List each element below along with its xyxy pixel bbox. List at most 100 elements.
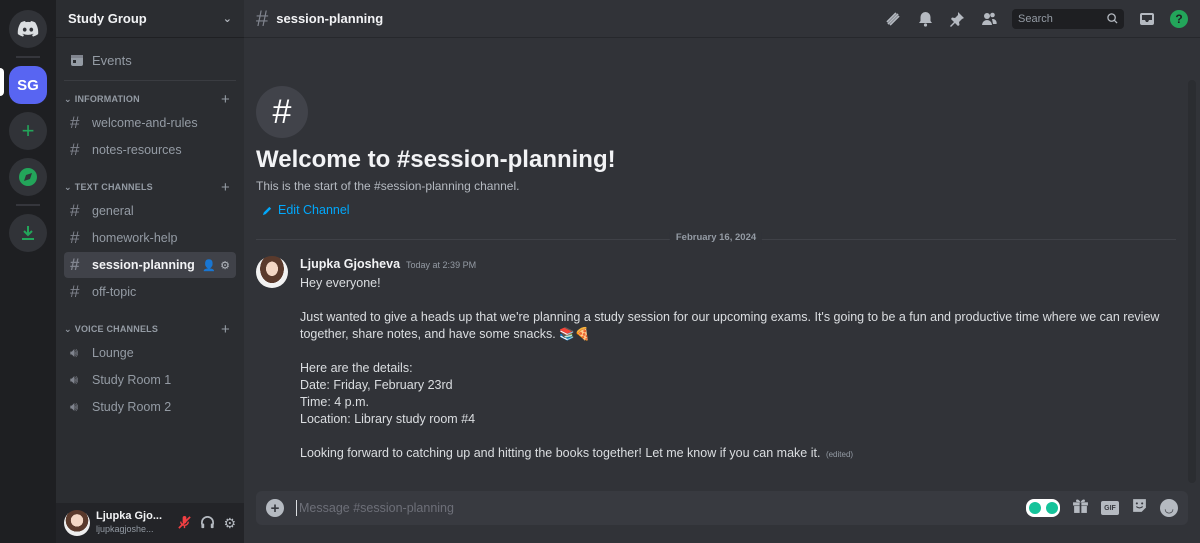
user-display-name: Ljupka Gjo...: [96, 510, 163, 522]
attach-plus-icon[interactable]: +: [266, 499, 284, 517]
home-button[interactable]: [9, 10, 47, 48]
calendar-icon: [71, 55, 83, 66]
user-username: ljupkagjoshe...: [96, 524, 154, 534]
message-line: Date: Friday, February 23rd: [300, 377, 453, 392]
hash-icon: #: [70, 201, 80, 220]
create-channel-icon[interactable]: +: [221, 179, 230, 196]
hash-icon: #: [256, 5, 269, 31]
welcome-subtitle: This is the start of the #session-planni…: [256, 179, 520, 193]
user-avatar[interactable]: [64, 510, 90, 536]
plus-icon: +: [21, 118, 35, 143]
channel-label: Study Room 2: [92, 400, 172, 414]
edit-channel-link[interactable]: Edit Channel: [262, 203, 350, 217]
channel-off-topic[interactable]: # off-topic: [64, 279, 236, 305]
server-name: Study Group: [68, 11, 147, 26]
welcome-title: Welcome to #session-planning!: [256, 146, 616, 173]
sidebar-divider: [64, 80, 236, 81]
add-server-button[interactable]: +: [9, 112, 47, 150]
scrollbar[interactable]: [1188, 80, 1196, 483]
headphones-icon[interactable]: [200, 515, 215, 530]
chevron-down-icon: ⌄: [222, 13, 232, 25]
compass-icon: [19, 168, 37, 186]
gift-icon[interactable]: [1072, 497, 1089, 519]
discord-icon: [17, 21, 39, 37]
mic-muted-icon[interactable]: [177, 515, 192, 530]
edited-label: (edited): [825, 449, 854, 459]
channel-label: session-planning: [92, 258, 195, 272]
channel-label: general: [92, 204, 134, 218]
chat-main: # session-planning Search ? # Welcome to…: [244, 0, 1200, 543]
message-line: Just wanted to give a heads up that we'r…: [300, 309, 1160, 324]
channel-label: Study Room 1: [92, 373, 172, 387]
rail-divider: [16, 56, 40, 58]
channel-general[interactable]: # general: [64, 198, 236, 224]
events-item[interactable]: Events: [64, 46, 236, 74]
help-icon[interactable]: ?: [1170, 9, 1188, 28]
search-placeholder: Search: [1018, 12, 1053, 25]
create-channel-icon[interactable]: +: [221, 321, 230, 338]
user-settings-gear-icon[interactable]: ⚙: [223, 515, 236, 532]
message-line: Hey everyone!: [300, 275, 381, 290]
edit-channel-label: Edit Channel: [278, 203, 350, 217]
message-input[interactable]: [299, 501, 1026, 515]
channel-label: Lounge: [92, 346, 134, 360]
channel-hash-icon: #: [256, 86, 308, 138]
channel-label: welcome-and-rules: [92, 116, 198, 130]
invite-icon[interactable]: 👤: [202, 259, 216, 272]
channel-session-planning[interactable]: # session-planning 👤 ⚙: [64, 252, 236, 278]
threads-icon[interactable]: [884, 10, 902, 28]
voice-channel-study-room-1[interactable]: 🔊︎ Study Room 1: [64, 367, 236, 393]
bell-icon[interactable]: [916, 10, 934, 28]
speaker-icon: 🔊︎: [70, 399, 79, 414]
search-input[interactable]: Search: [1012, 8, 1124, 29]
sticker-icon[interactable]: [1131, 497, 1148, 519]
user-panel: Ljupka Gjo... ljupkagjoshe... ⚙: [56, 503, 244, 543]
message-line: together, share notes, and have some sna…: [300, 326, 591, 341]
message-author[interactable]: Ljupka Gjosheva: [300, 256, 400, 273]
channel-list: Events ⌄ INFORMATION + # welcome-and-rules…: [56, 38, 244, 503]
chevron-down-icon: ⌄: [64, 323, 72, 334]
voice-channel-study-room-2[interactable]: 🔊︎ Study Room 2: [64, 394, 236, 420]
lightbulb-icon: [1028, 502, 1041, 514]
server-study-group[interactable]: SG: [9, 66, 47, 104]
voice-channel-lounge[interactable]: 🔊︎ Lounge: [64, 340, 236, 366]
discover-button[interactable]: [9, 158, 47, 196]
channel-title: session-planning: [276, 11, 384, 26]
category-text-channels[interactable]: ⌄ TEXT CHANNELS +: [64, 177, 236, 197]
channel-welcome-and-rules[interactable]: # welcome-and-rules: [64, 110, 236, 136]
message-timestamp: Today at 2:39 PM: [406, 259, 477, 270]
channel-homework-help[interactable]: # homework-help: [64, 225, 236, 251]
message-line-last: Looking forward to catching up and hitti…: [300, 445, 1159, 463]
emoji-picker-icon[interactable]: ◡: [1160, 499, 1178, 517]
inbox-icon[interactable]: [1138, 10, 1156, 28]
message: Ljupka Gjosheva Today at 2:39 PM Hey eve…: [256, 255, 1176, 463]
rail-divider: [16, 204, 40, 206]
active-server-indicator: [0, 68, 4, 96]
pin-icon[interactable]: [948, 10, 966, 28]
category-voice-channels[interactable]: ⌄ VOICE CHANNELS +: [64, 319, 236, 339]
category-information[interactable]: ⌄ INFORMATION +: [64, 89, 236, 109]
message-area: # Welcome to #session-planning! This is …: [244, 38, 1200, 543]
members-icon[interactable]: [980, 10, 998, 28]
author-avatar[interactable]: [256, 255, 288, 288]
chevron-down-icon: ⌄: [64, 181, 72, 192]
gear-icon[interactable]: ⚙: [220, 259, 230, 272]
server-header[interactable]: Study Group ⌄: [56, 0, 244, 38]
server-rail: SG +: [0, 0, 56, 543]
message-line: Here are the details:: [300, 360, 413, 375]
chevron-down-icon: ⌄: [64, 93, 72, 104]
pencil-icon: [262, 206, 272, 215]
gif-icon[interactable]: GIF: [1101, 501, 1119, 515]
hash-icon: #: [70, 140, 80, 159]
download-icon: [22, 226, 34, 240]
channel-notes-resources[interactable]: # notes-resources: [64, 137, 236, 163]
events-label: Events: [92, 52, 132, 68]
text-caret: [296, 500, 297, 516]
discord-app: SG + Study Group ⌄ Events ⌄ INFORMATION +: [0, 0, 1200, 543]
grammarly-widget[interactable]: [1026, 499, 1060, 517]
download-apps-button[interactable]: [9, 214, 47, 252]
create-channel-icon[interactable]: +: [221, 91, 230, 108]
hash-icon: #: [70, 255, 80, 274]
